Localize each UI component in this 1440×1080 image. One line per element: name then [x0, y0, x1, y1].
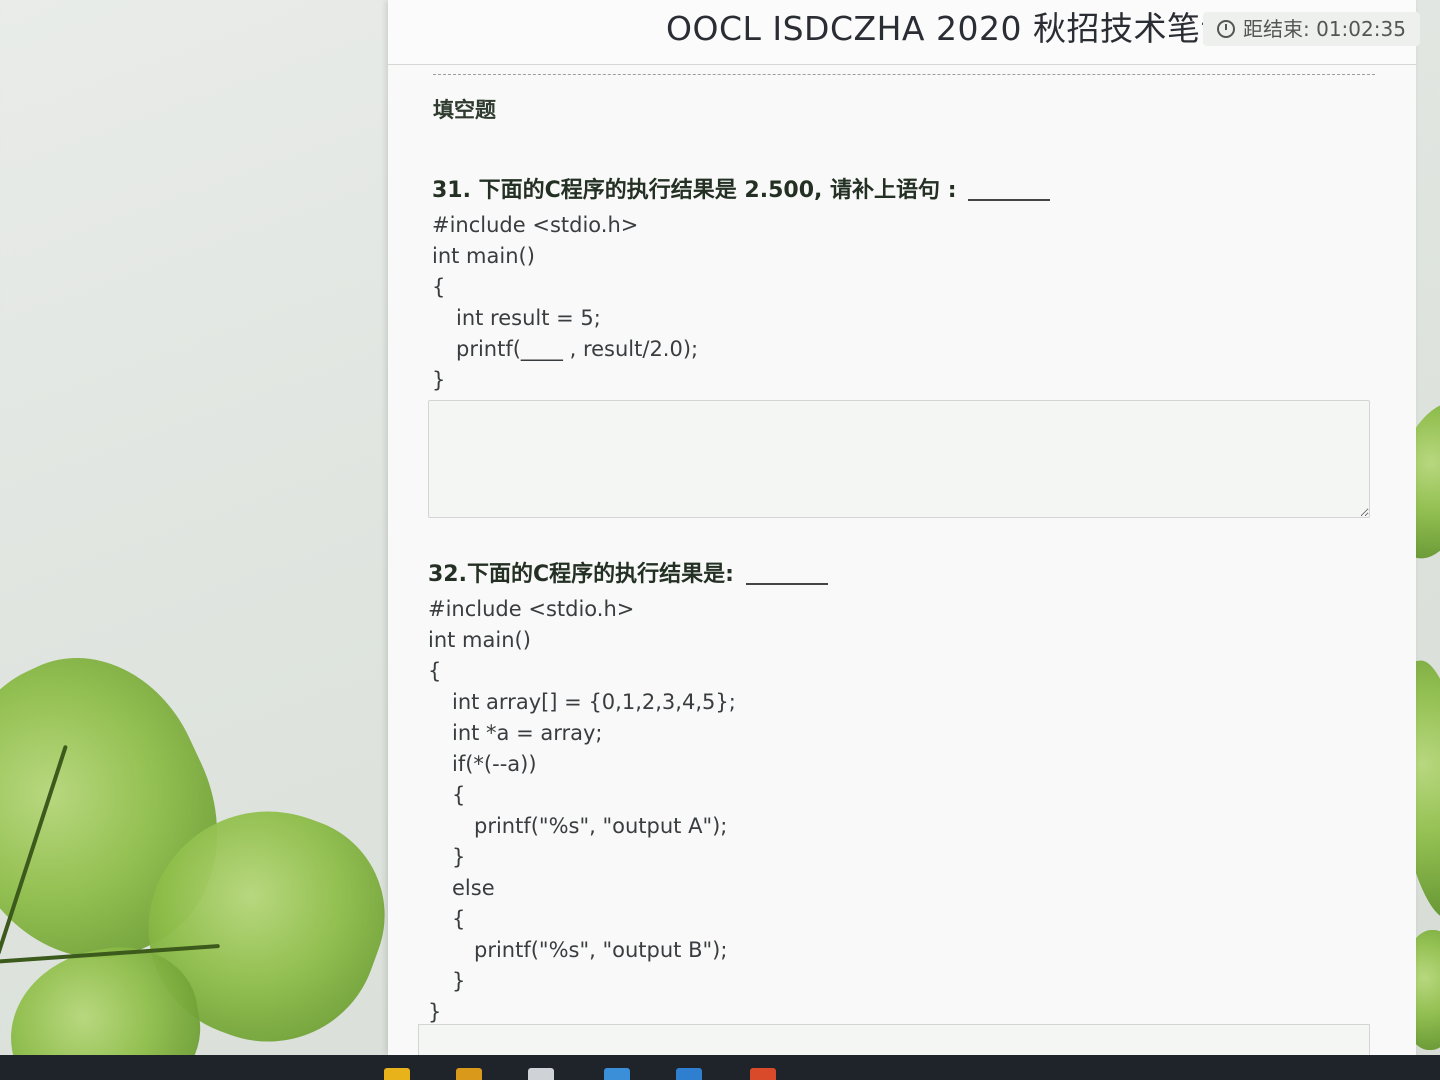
mail-icon[interactable] — [676, 1068, 702, 1080]
code-line: if(*(--a)) — [452, 752, 537, 776]
code-line: { — [452, 907, 466, 931]
code-block: #include <stdio.h> int main() { int arra… — [428, 594, 828, 1028]
store-icon[interactable] — [528, 1068, 554, 1080]
code-line: int main() — [428, 628, 531, 652]
code-line: } — [452, 969, 466, 993]
exam-header: OOCL ISDCZHA 2020 秋招技术笔试 距结束: 01:02:35 — [388, 0, 1420, 65]
answer-blank — [745, 583, 828, 585]
exam-title: OOCL ISDCZHA 2020 秋招技术笔试 — [666, 9, 1234, 48]
file-explorer-icon[interactable] — [384, 1068, 410, 1080]
code-line: { — [432, 275, 446, 299]
timer-label: 距结束: 01:02:35 — [1243, 17, 1406, 41]
section-divider — [433, 74, 1375, 75]
browser-icon[interactable] — [604, 1068, 630, 1080]
code-line: else — [452, 876, 495, 900]
code-line: int result = 5; — [456, 306, 601, 330]
folder-icon[interactable] — [456, 1068, 482, 1080]
code-line: } — [432, 368, 446, 392]
alarm-clock-icon — [1217, 20, 1235, 38]
code-line: { — [452, 783, 466, 807]
code-block: #include <stdio.h> int main() { int resu… — [432, 210, 1050, 396]
code-line: printf("%s", "output A"); — [474, 814, 728, 838]
code-line: printf(____ , result/2.0); — [456, 337, 699, 361]
answer-input-31[interactable] — [428, 400, 1370, 518]
code-line: int array[] = {0,1,2,3,4,5}; — [452, 690, 736, 714]
code-line: #include <stdio.h> — [428, 597, 635, 621]
taskbar — [0, 1055, 1440, 1080]
code-line: { — [428, 659, 442, 683]
question-32: 32.下面的C程序的执行结果是: #include <stdio.h> int … — [428, 556, 828, 1028]
exam-page: OOCL ISDCZHA 2020 秋招技术笔试 距结束: 01:02:35 填… — [388, 0, 1420, 1065]
code-line: #include <stdio.h> — [432, 213, 639, 237]
app-icon[interactable] — [750, 1068, 776, 1080]
answer-blank — [968, 199, 1051, 201]
question-31: 31. 下面的C程序的执行结果是 2.500, 请补上语句 : #include… — [432, 172, 1051, 396]
code-line: printf("%s", "output B"); — [474, 938, 728, 962]
code-line: } — [452, 845, 466, 869]
code-line: int main() — [432, 244, 535, 268]
question-prompt: 32.下面的C程序的执行结果是: — [428, 556, 828, 588]
countdown-timer: 距结束: 01:02:35 — [1203, 12, 1420, 46]
question-prompt: 31. 下面的C程序的执行结果是 2.500, 请补上语句 : — [432, 172, 1051, 204]
code-line: int *a = array; — [452, 721, 603, 745]
section-title: 填空题 — [433, 98, 496, 122]
